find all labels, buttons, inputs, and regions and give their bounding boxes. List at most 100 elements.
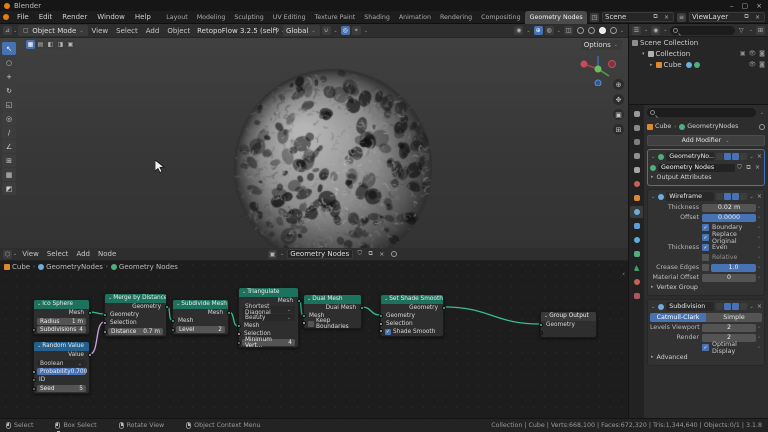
node-merge-by-distance[interactable]: ⌄Merge by Distance Geometry Geometry Sel… bbox=[102, 293, 169, 337]
collapse-icon[interactable]: ⌄ bbox=[651, 194, 655, 200]
menu-file[interactable]: File bbox=[12, 13, 34, 21]
tool-rotate[interactable]: ↻ bbox=[2, 84, 16, 97]
tab-sculpting[interactable]: Sculpting bbox=[230, 11, 268, 24]
breadcrumb-object[interactable]: Cube bbox=[655, 123, 671, 130]
menu-window[interactable]: Window bbox=[92, 13, 130, 21]
outliner-editor-icon[interactable]: ☰ bbox=[632, 25, 641, 35]
socket-mesh-in[interactable] bbox=[170, 319, 175, 323]
menu-help[interactable]: Help bbox=[130, 13, 156, 21]
socket-mesh-out[interactable] bbox=[87, 311, 92, 315]
tool-extra-2[interactable]: ◩ bbox=[2, 182, 16, 195]
rf-icon-1[interactable]: ▦ bbox=[26, 40, 35, 49]
edit-mode-toggle-icon[interactable] bbox=[715, 193, 723, 200]
socket-geometry-in[interactable] bbox=[378, 314, 383, 318]
options-dropdown[interactable]: Options ⌄ bbox=[580, 40, 622, 50]
tool-scale[interactable]: ◱ bbox=[2, 98, 16, 111]
editor-type-icon[interactable]: ⊿ bbox=[3, 26, 12, 35]
socket-geometry-out[interactable] bbox=[441, 306, 446, 310]
tab-constraints[interactable] bbox=[630, 248, 643, 260]
tree-pin-icon[interactable] bbox=[391, 251, 398, 257]
rf-icon-2[interactable]: ▤ bbox=[36, 40, 45, 49]
pivot-point-icon[interactable]: ⌖ bbox=[351, 26, 361, 35]
simple-button[interactable]: Simple bbox=[706, 313, 762, 322]
fake-user-shield-icon[interactable]: ⛉ bbox=[355, 250, 364, 259]
keep-boundaries-checkbox[interactable] bbox=[308, 321, 314, 327]
crumb-object[interactable]: Cube bbox=[12, 263, 30, 271]
modifier-close-icon[interactable]: × bbox=[757, 193, 762, 200]
menu-render[interactable]: Render bbox=[57, 13, 92, 21]
modifier-extras-icon[interactable]: ⌄ bbox=[750, 194, 754, 200]
zoom-icon[interactable]: ⊕ bbox=[613, 79, 624, 90]
outliner-row-cube[interactable]: ▸ Cube 👁 ◙ bbox=[629, 59, 768, 70]
node-editor-type-icon[interactable]: ⬡ bbox=[3, 249, 12, 259]
snap-magnet-icon[interactable]: ∪ bbox=[321, 26, 331, 35]
tool-measure[interactable]: ∠ bbox=[2, 140, 16, 153]
tab-physics[interactable] bbox=[630, 234, 643, 246]
tab-animation[interactable]: Animation bbox=[394, 11, 435, 24]
tab-modifiers[interactable] bbox=[630, 206, 643, 218]
crumb-tree[interactable]: Geometry Nodes bbox=[119, 263, 178, 271]
tool-transform[interactable]: ◎ bbox=[2, 112, 16, 125]
node-subdivide-mesh[interactable]: ⌄Subdivide Mesh Mesh Mesh Level 2 bbox=[170, 299, 231, 335]
modifier-close-icon[interactable]: × bbox=[757, 153, 762, 160]
tab-texture-paint[interactable]: Texture Paint bbox=[310, 11, 360, 24]
add-modifier-button[interactable]: Add Modifier ⌄ bbox=[647, 135, 765, 146]
tab-material[interactable] bbox=[630, 276, 643, 288]
tab-tool[interactable] bbox=[630, 108, 643, 120]
outliner-search-input[interactable] bbox=[670, 25, 735, 35]
sidebar-toggle-arrow[interactable]: ‹ bbox=[622, 270, 625, 278]
socket-virtual-in[interactable] bbox=[538, 331, 543, 335]
render-toggle-icon[interactable] bbox=[739, 303, 747, 310]
tab-shading[interactable]: Shading bbox=[360, 11, 395, 24]
3d-viewport[interactable]: ⊿ ⌄ ▢ Object Mode ⌄ View Select Add Objec… bbox=[0, 24, 628, 248]
fake-user-shield-icon[interactable]: ⛉ bbox=[735, 163, 744, 172]
outliner-funnel-icon[interactable]: ▽ bbox=[737, 26, 746, 35]
collection-render-camera-icon[interactable]: ◙ bbox=[759, 50, 765, 57]
tool-select-box[interactable]: ↖ bbox=[2, 42, 16, 55]
quad-method-dropdown[interactable]: Shortest Diagonal ⌄ bbox=[242, 304, 295, 316]
tab-uv-editing[interactable]: UV Editing bbox=[268, 11, 310, 24]
unlink-scene-icon[interactable]: × bbox=[662, 13, 671, 22]
crease-weight-slider[interactable]: 1.0 bbox=[711, 263, 756, 272]
tab-particles[interactable] bbox=[630, 220, 643, 232]
crumb-modifier[interactable]: GeometryNodes bbox=[46, 263, 103, 271]
socket-mesh-out[interactable] bbox=[296, 299, 301, 303]
ne-menu-select[interactable]: Select bbox=[43, 250, 73, 258]
shading-solid-icon[interactable] bbox=[587, 27, 595, 34]
offset-slider[interactable]: 0.0000 bbox=[702, 213, 756, 222]
camera-view-icon[interactable]: ▣ bbox=[613, 109, 624, 120]
node-ico-sphere[interactable]: ⌄Ico Sphere Mesh Radius 1 m Subdivisions 4 bbox=[31, 299, 92, 335]
edit-mode-toggle-icon[interactable] bbox=[715, 153, 723, 160]
tab-modeling[interactable]: Modeling bbox=[192, 11, 230, 24]
socket-id-in[interactable] bbox=[31, 378, 36, 382]
tab-world[interactable] bbox=[630, 178, 643, 190]
distance-field[interactable]: Distance 0.7 m bbox=[102, 328, 163, 335]
outliner-new-collection-icon[interactable]: ⊞ bbox=[756, 25, 765, 35]
wireframe-sphere-object[interactable] bbox=[229, 64, 437, 248]
outliner-row-scene-collection[interactable]: Scene Collection bbox=[629, 37, 768, 48]
vp-menu-view[interactable]: View bbox=[88, 27, 113, 35]
blender-menu-icon[interactable] bbox=[3, 14, 9, 20]
new-view-layer-icon[interactable]: ⧉ bbox=[742, 13, 751, 22]
modifier-close-icon[interactable]: × bbox=[757, 303, 762, 310]
subdivisions-field[interactable]: Subdivisions 4 bbox=[31, 326, 86, 333]
maximize-button[interactable]: ▢ bbox=[742, 2, 749, 10]
cube-hide-eye-icon[interactable]: 👁 bbox=[749, 61, 757, 68]
tool-add-cube[interactable]: ⊞ bbox=[2, 154, 16, 167]
ne-menu-add[interactable]: Add bbox=[72, 250, 94, 258]
realtime-toggle-icon[interactable] bbox=[723, 303, 731, 310]
socket-geometry-in[interactable] bbox=[538, 323, 543, 327]
render-toggle-icon[interactable] bbox=[739, 153, 747, 160]
probability-field[interactable]: Probability 0.700 bbox=[31, 368, 87, 375]
new-node-group-icon[interactable]: ⧉ bbox=[744, 163, 753, 172]
modifier-extras-icon[interactable]: ⌄ bbox=[750, 304, 754, 310]
node-tree-selector[interactable]: Geometry Nodes bbox=[287, 249, 354, 259]
menu-edit[interactable]: Edit bbox=[34, 13, 58, 21]
shade-smooth-checkbox[interactable]: ✓ bbox=[385, 329, 391, 335]
view-object-types-icon[interactable]: ◉ bbox=[514, 26, 524, 35]
ortho-toggle-icon[interactable]: ⊞ bbox=[613, 124, 624, 135]
socket-selection-in[interactable] bbox=[102, 321, 107, 325]
socket-min-vertices-in[interactable] bbox=[236, 341, 241, 345]
node-triangulate[interactable]: ⌄Triangulate Mesh Shortest Diagonal ⌄ Bea… bbox=[236, 287, 301, 349]
vp-menu-add[interactable]: Add bbox=[142, 27, 164, 35]
